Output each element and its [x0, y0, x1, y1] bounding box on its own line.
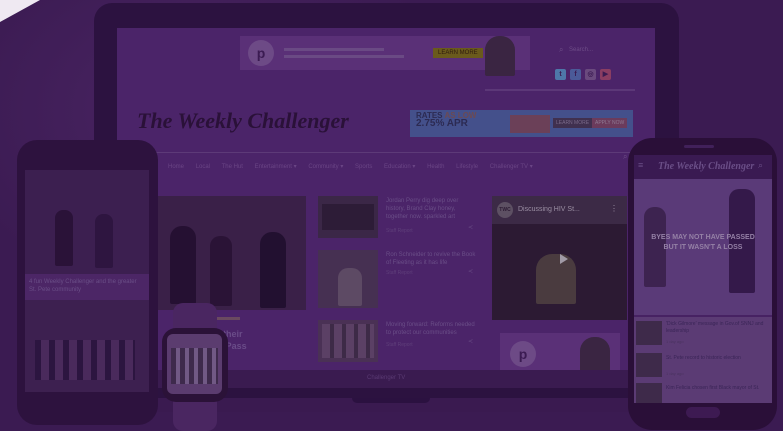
scene: p LEARN MORE ⌕ Search... t f ◎ ▶ The Wee…: [0, 0, 783, 431]
share-icon[interactable]: ≺: [468, 338, 473, 345]
photo-figure: [260, 232, 286, 308]
share-icon[interactable]: ≺: [468, 268, 473, 275]
nav-item-lifestyle[interactable]: Lifestyle: [456, 164, 478, 170]
facebook-icon[interactable]: f: [570, 69, 581, 80]
side-article-photo[interactable]: [318, 320, 378, 362]
ad-text-line: [284, 55, 404, 58]
phone-list-headline[interactable]: Kim Felicia chosen first Black mayor of …: [666, 385, 766, 392]
side-article-headline[interactable]: Ron Schneider to revive the Book of Flee…: [386, 251, 476, 267]
phone-right-screen: The Weekly Challenger ≡ ⌕ BYES MAY NOT H…: [634, 155, 772, 403]
phone-list-thumb: [636, 353, 662, 377]
phone-search-icon[interactable]: ⌕: [758, 160, 763, 171]
photo-figure: [210, 236, 232, 306]
photo-figure: [338, 268, 362, 306]
photo-detail: [322, 204, 374, 230]
ad-brand-graphic: [510, 115, 550, 133]
photo-grid: [322, 324, 374, 358]
phone-list-thumb: [636, 321, 662, 345]
nav-search-icon[interactable]: ⌕: [623, 152, 627, 162]
nav-item-education[interactable]: Education ▾: [384, 164, 415, 170]
ad-text-line: [284, 48, 384, 51]
footer-text[interactable]: Challenger TV: [367, 375, 405, 381]
video-title[interactable]: Discussing HIV St...: [518, 206, 580, 213]
main-nav: Home Local The Hut Entertainment ▾ Commu…: [168, 163, 543, 170]
tablet-left-screen: 4 fun Weekly Challenger and the greater …: [25, 170, 149, 392]
side-article-meta: Staff Report: [386, 228, 413, 234]
phone-hero-photo[interactable]: BYES MAY NOT HAVE PASSED BUT IT WASN'T A…: [634, 179, 772, 315]
hero-text: BYES MAY NOT HAVE PASSED BUT IT WASN'T A…: [651, 234, 755, 251]
header-faint-text: [485, 89, 635, 91]
watch-screen[interactable]: [167, 334, 222, 394]
channel-badge: TWC: [497, 202, 513, 218]
rates-ad[interactable]: RATES AS LOW 2.75% APR LEARN MORE APPLY …: [410, 110, 633, 137]
nav-item-local[interactable]: Local: [196, 164, 210, 170]
instagram-icon[interactable]: ◎: [585, 69, 596, 80]
ad-logo: p: [510, 341, 536, 367]
play-icon[interactable]: [560, 254, 568, 264]
ad-person-image: [485, 36, 515, 76]
phone-list: 'Dick Gilmore' message in Gov.of SNNJ an…: [634, 317, 772, 403]
youtube-icon[interactable]: ▶: [600, 69, 611, 80]
ad-logo: p: [248, 40, 274, 66]
video-menu-icon[interactable]: ⋮: [610, 204, 618, 213]
tablet-headline[interactable]: 4 fun Weekly Challenger and the greater …: [29, 278, 145, 294]
side-article-photo[interactable]: [318, 196, 378, 238]
nav-item-sports[interactable]: Sports: [355, 164, 372, 170]
phone-masthead[interactable]: The Weekly Challenger: [658, 161, 754, 172]
corner-shape: [0, 0, 40, 22]
nav-item-home[interactable]: Home: [168, 164, 184, 170]
photo-figure: [170, 226, 196, 304]
ad-rates-text: RATES AS LOW 2.75% APR: [416, 111, 477, 129]
photo-detail: [35, 340, 135, 380]
phone-list-headline[interactable]: 'Dick Gilmore' message in Gov.of SNNJ an…: [666, 321, 766, 335]
watch-photo: [171, 348, 218, 384]
phone-menu-icon[interactable]: ≡: [638, 160, 643, 170]
bottom-ad[interactable]: p: [500, 333, 620, 377]
photo-figure: [55, 210, 73, 266]
search-box[interactable]: ⌕ Search...: [555, 44, 645, 58]
search-input[interactable]: Search...: [569, 47, 593, 53]
laptop-notch: [352, 398, 430, 403]
search-icon: ⌕: [559, 45, 564, 54]
ad-learn-more[interactable]: LEARN MORE: [553, 118, 593, 128]
ad-apply-now[interactable]: APPLY NOW: [592, 118, 628, 128]
header-divider: [137, 152, 637, 153]
phone-list-headline[interactable]: St. Pete record to historic election: [666, 355, 766, 362]
share-icon[interactable]: ≺: [468, 224, 473, 231]
nav-item-entertainment[interactable]: Entertainment ▾: [255, 164, 297, 170]
photo-figure: [95, 214, 113, 268]
twitter-icon[interactable]: t: [555, 69, 566, 80]
phone-speaker: [684, 145, 714, 148]
side-article-headline[interactable]: Moving forward: Reforms needed to protec…: [386, 321, 476, 337]
nav-item-the-hut[interactable]: The Hut: [222, 164, 243, 170]
side-article-headline[interactable]: Jordan Perry dig deep over history, Bran…: [386, 197, 476, 221]
nav-item-community[interactable]: Community ▾: [308, 164, 343, 170]
nav-item-challenger-tv[interactable]: Challenger TV ▾: [490, 164, 533, 170]
tablet-photo-2: [25, 300, 149, 392]
tablet-hero-photo: [25, 170, 149, 274]
nav-item-health[interactable]: Health: [427, 164, 444, 170]
phone-home-button[interactable]: [686, 407, 720, 418]
phone-list-meta: 1 day ago: [666, 339, 684, 344]
side-article-meta: Staff Report: [386, 342, 413, 348]
ad-cta[interactable]: LEARN MORE: [433, 48, 483, 58]
top-banner-ad[interactable]: p LEARN MORE: [240, 36, 530, 76]
phone-list-meta: 1 day ago: [666, 371, 684, 376]
side-article-photo[interactable]: [318, 250, 378, 308]
side-article-meta: Staff Report: [386, 270, 413, 276]
video-presenter: [536, 254, 576, 304]
phone-list-thumb: [636, 383, 662, 403]
masthead[interactable]: The Weekly Challenger: [137, 108, 349, 134]
feature-photo[interactable]: [150, 196, 306, 310]
phone-header: The Weekly Challenger ≡ ⌕: [634, 155, 772, 179]
